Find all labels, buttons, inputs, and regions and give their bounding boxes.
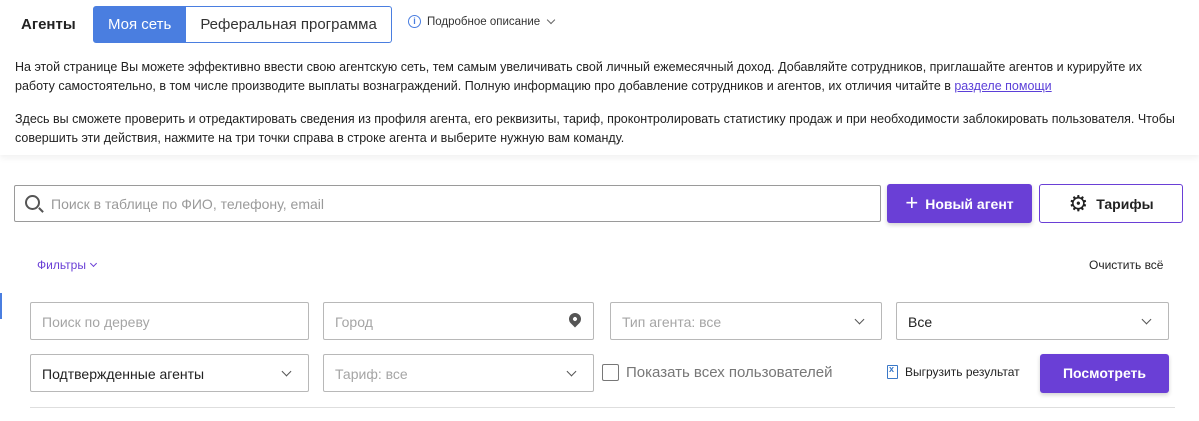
page-title: Агенты xyxy=(21,16,76,33)
details-toggle[interactable]: i Подробное описание xyxy=(408,15,556,28)
chevron-down-icon xyxy=(854,314,865,325)
search-input[interactable]: Поиск в таблице по ФИО, телефону, email xyxy=(14,185,881,222)
chevron-down-icon xyxy=(566,366,577,377)
export-label: Выгрузить результат xyxy=(905,365,1020,379)
agent-type-select[interactable]: Тип агента: все xyxy=(610,302,882,340)
gear-icon: ⚙ xyxy=(1068,190,1089,216)
filters-label: Фильтры xyxy=(37,258,86,272)
all-select-value: Все xyxy=(908,314,933,330)
details-label: Подробное описание xyxy=(427,15,541,28)
location-pin-icon xyxy=(566,310,584,328)
tree-search-input[interactable]: Поиск по дереву xyxy=(30,302,309,340)
top-panel: Агенты Моя сеть Реферальная программа i … xyxy=(0,0,1199,155)
info-icon: i xyxy=(408,15,421,28)
new-agent-button[interactable]: + Новый агент xyxy=(887,184,1032,223)
chevron-down-icon xyxy=(546,15,556,24)
show-all-users-checkbox[interactable] xyxy=(602,364,619,381)
help-section-link[interactable]: разделе помощи xyxy=(954,79,1051,93)
tariffs-label: Тарифы xyxy=(1096,195,1154,212)
divider xyxy=(30,407,1175,408)
search-icon xyxy=(25,195,40,210)
new-agent-label: Новый агент xyxy=(925,195,1014,212)
tariff-select[interactable]: Тариф: все xyxy=(323,354,594,392)
tab-my-network[interactable]: Моя сеть xyxy=(93,6,187,43)
agent-type-placeholder: Тип агента: все xyxy=(622,314,722,330)
tab-referral-program[interactable]: Реферальная программа xyxy=(186,6,392,43)
chevron-down-icon xyxy=(281,366,292,377)
filters-toggle[interactable]: Фильтры xyxy=(37,258,97,272)
tree-search-placeholder: Поиск по дереву xyxy=(42,314,150,330)
excel-file-icon xyxy=(887,364,898,379)
confirmed-agents-select[interactable]: Подтвержденные агенты xyxy=(30,354,309,392)
show-all-users-label: Показать всех пользователей xyxy=(626,364,833,381)
description-paragraph-2: Здесь вы сможете проверить и отредактиро… xyxy=(15,112,1175,145)
city-placeholder: Город xyxy=(335,314,373,330)
confirmed-agents-value: Подтвержденные агенты xyxy=(42,366,205,382)
chevron-down-icon xyxy=(89,259,97,268)
clear-all-button[interactable]: Очистить всё xyxy=(1089,258,1163,272)
city-input[interactable]: Город xyxy=(323,302,594,340)
view-button[interactable]: Посмотреть xyxy=(1040,354,1169,393)
description-paragraph-1: На этой странице Вы можете эффективно вв… xyxy=(15,58,1185,96)
tariffs-button[interactable]: ⚙ Тарифы xyxy=(1039,184,1183,223)
show-all-users-option[interactable]: Показать всех пользователей xyxy=(602,364,833,381)
chevron-down-icon xyxy=(1141,314,1152,325)
plus-icon: + xyxy=(905,189,919,215)
tab-group: Моя сеть Реферальная программа xyxy=(93,6,392,43)
all-select[interactable]: Все xyxy=(896,302,1169,340)
side-marker xyxy=(0,293,2,319)
tariff-placeholder: Тариф: все xyxy=(335,366,408,382)
search-placeholder: Поиск в таблице по ФИО, телефону, email xyxy=(51,196,324,212)
export-results-button[interactable]: Выгрузить результат xyxy=(887,364,1020,379)
